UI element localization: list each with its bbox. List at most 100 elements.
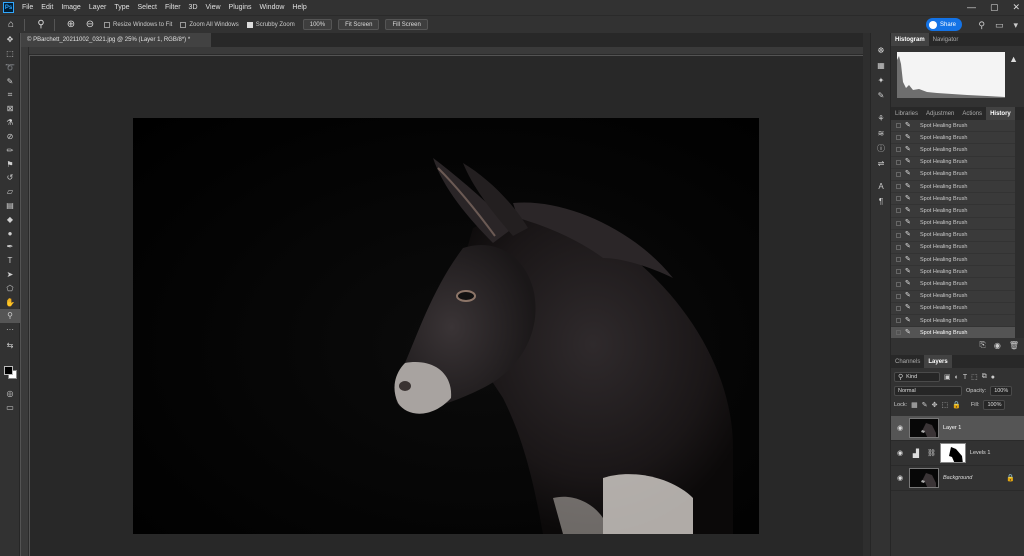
layer-row-levels-1[interactable]: ◉ ▟ ⛓ Levels 1: [891, 441, 1024, 466]
history-source-checkbox[interactable]: [891, 157, 905, 168]
history-source-checkbox[interactable]: [891, 327, 905, 338]
menu-image[interactable]: Image: [57, 0, 84, 15]
blur-tool-icon[interactable]: ◆: [0, 212, 20, 226]
opacity-input[interactable]: 100%: [990, 386, 1013, 396]
history-item[interactable]: ✎ Spot Healing Brush: [891, 169, 1015, 181]
character-icon[interactable]: A: [871, 179, 891, 194]
zoom-100-button[interactable]: 100%: [302, 19, 333, 30]
history-item[interactable]: ✎ Spot Healing Brush: [891, 278, 1015, 291]
layer-row-background[interactable]: ◉ Background 🔒: [891, 466, 1024, 491]
menu-view[interactable]: View: [202, 0, 225, 15]
history-source-checkbox[interactable]: [891, 266, 905, 277]
fill-input[interactable]: 100%: [983, 400, 1006, 410]
history-item[interactable]: ✎ Spot Healing Brush: [891, 303, 1015, 315]
lock-icon[interactable]: 🔒: [1006, 474, 1015, 482]
vertical-scrollbar[interactable]: [863, 33, 870, 556]
history-item[interactable]: ✎ Spot Healing Brush: [891, 193, 1015, 206]
menu-type[interactable]: Type: [110, 0, 133, 15]
history-source-checkbox[interactable]: [891, 120, 905, 131]
history-source-checkbox[interactable]: [891, 230, 905, 241]
filter-toggle-icon[interactable]: ●: [991, 374, 995, 381]
history-source-checkbox[interactable]: [891, 218, 905, 229]
foreground-color-swatch[interactable]: [4, 366, 13, 375]
eraser-tool-icon[interactable]: ▱: [0, 185, 20, 199]
visibility-eye-icon[interactable]: ◉: [895, 474, 905, 482]
eyedropper-tool-icon[interactable]: ⚗: [0, 116, 20, 130]
tab-layers[interactable]: Layers: [924, 355, 952, 368]
zoom-all-windows-checkbox[interactable]: Zoom All Windows: [180, 21, 239, 28]
zoom-in-icon[interactable]: ⊕: [63, 17, 79, 33]
filter-shape-icon[interactable]: ⬚: [971, 373, 978, 381]
filter-type-icon[interactable]: T: [963, 374, 967, 381]
zoom-out-icon[interactable]: ⊖: [82, 17, 98, 33]
minimize-button[interactable]: —: [967, 0, 976, 15]
history-item[interactable]: ✎ Spot Healing Brush: [891, 120, 1015, 133]
brush-settings-icon[interactable]: ≋: [871, 126, 891, 141]
history-source-checkbox[interactable]: [891, 242, 905, 253]
kind-filter-select[interactable]: ⚲ Kind: [894, 372, 940, 382]
crop-tool-icon[interactable]: ⌗: [0, 88, 20, 102]
document-image[interactable]: [133, 118, 759, 534]
history-scrollbar[interactable]: [1015, 120, 1024, 338]
hand-tool-icon[interactable]: ✋: [0, 295, 20, 309]
menu-help[interactable]: Help: [288, 0, 310, 15]
info-icon[interactable]: ✦: [871, 73, 891, 88]
history-source-checkbox[interactable]: [891, 193, 905, 204]
history-source-checkbox[interactable]: [891, 254, 905, 265]
menu-3d[interactable]: 3D: [185, 0, 202, 15]
lock-all-icon[interactable]: 🔒: [952, 401, 961, 409]
tab-libraries[interactable]: Libraries: [891, 107, 922, 120]
tab-histogram[interactable]: Histogram: [891, 33, 929, 46]
lasso-tool-icon[interactable]: ➰: [0, 61, 20, 75]
filter-adjustment-icon[interactable]: ◐: [955, 374, 959, 381]
fit-screen-button[interactable]: Fit Screen: [338, 19, 380, 30]
scrubby-zoom-checkbox[interactable]: Scrubby Zoom: [246, 21, 295, 28]
history-brush-tool-icon[interactable]: ↺: [0, 171, 20, 185]
workspace-icon[interactable]: ▭: [995, 20, 1004, 31]
menu-edit[interactable]: Edit: [37, 0, 57, 15]
history-source-checkbox[interactable]: [891, 303, 905, 314]
quick-selection-tool-icon[interactable]: ✎: [0, 74, 20, 88]
history-source-checkbox[interactable]: [891, 205, 905, 216]
tab-history[interactable]: History: [986, 107, 1015, 120]
history-item[interactable]: ✎ Spot Healing Brush: [891, 242, 1015, 255]
adjustments-icon[interactable]: ⇌: [871, 156, 891, 171]
tab-actions[interactable]: Actions: [958, 107, 986, 120]
menu-window[interactable]: Window: [256, 0, 289, 15]
history-source-checkbox[interactable]: [891, 169, 905, 180]
menu-filter[interactable]: Filter: [161, 0, 185, 15]
fill-screen-button[interactable]: Fill Screen: [385, 19, 428, 30]
history-item[interactable]: ✎ Spot Healing Brush: [891, 230, 1015, 242]
history-source-checkbox[interactable]: [891, 144, 905, 155]
more-tools-icon[interactable]: ···: [0, 323, 20, 337]
new-document-from-state-icon[interactable]: ⎘: [979, 340, 985, 350]
glyphs-icon[interactable]: ✎: [871, 88, 891, 103]
layer-row-layer-1[interactable]: ◉ Layer 1: [891, 416, 1024, 441]
menu-file[interactable]: File: [18, 0, 37, 15]
path-selection-tool-icon[interactable]: ➤: [0, 268, 20, 282]
snapshot-icon[interactable]: ◉: [994, 341, 1001, 350]
maximize-button[interactable]: ▢: [990, 0, 999, 15]
history-source-checkbox[interactable]: [891, 181, 905, 192]
history-item[interactable]: ✎ Spot Healing Brush: [891, 144, 1015, 157]
lock-transparent-icon[interactable]: ▦: [911, 401, 918, 409]
pen-tool-icon[interactable]: ✒: [0, 240, 20, 254]
lock-image-icon[interactable]: ✎: [922, 401, 928, 409]
swap-colors-icon[interactable]: ⇆: [0, 339, 20, 353]
tab-adjustments[interactable]: Adjustmen: [922, 107, 958, 120]
history-source-checkbox[interactable]: [891, 315, 905, 326]
document-tab[interactable]: © PBarchett_20211002_0321.jpg @ 25% (Lay…: [21, 33, 211, 47]
history-item[interactable]: ✎ Spot Healing Brush: [891, 132, 1015, 145]
history-item[interactable]: ✎ Spot Healing Brush: [891, 157, 1015, 169]
home-icon[interactable]: ⌂: [3, 17, 19, 33]
zoom-tool-preset-icon[interactable]: ⚲: [33, 17, 49, 33]
type-tool-icon[interactable]: T: [0, 254, 20, 268]
tab-navigator[interactable]: Navigator: [929, 33, 963, 46]
properties-icon[interactable]: ⓘ: [871, 141, 891, 156]
warning-icon[interactable]: ▲: [1009, 54, 1018, 64]
healing-brush-tool-icon[interactable]: ⊘: [0, 130, 20, 144]
history-source-checkbox[interactable]: [891, 278, 905, 289]
history-item[interactable]: ✎ Spot Healing Brush: [891, 254, 1015, 267]
delete-state-icon[interactable]: 🗑: [1009, 341, 1019, 350]
history-item[interactable]: ✎ Spot Healing Brush: [891, 315, 1015, 328]
